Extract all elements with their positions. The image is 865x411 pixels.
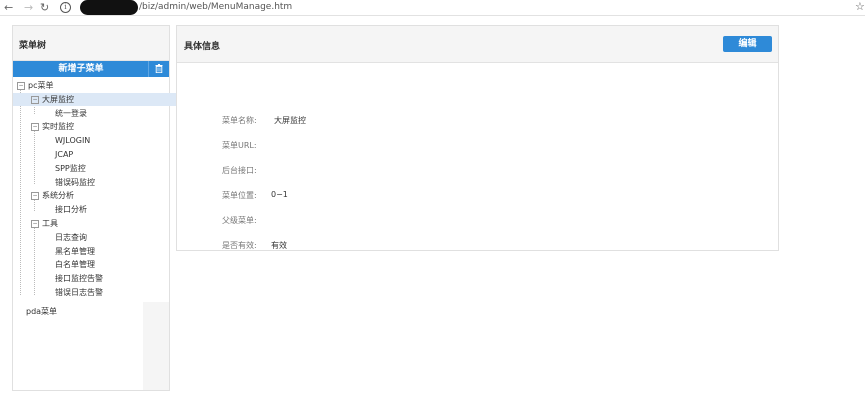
tree-node[interactable]: 日志查询 [55,231,87,244]
detail-title: 具体信息 [184,42,221,52]
collapse-toggle-icon[interactable]: − [31,219,39,228]
tree-node[interactable]: 错误码监控 [55,176,95,189]
menu-tree-header: 菜单树 [13,26,169,61]
collapse-toggle-icon[interactable]: − [31,191,39,200]
tree-connector [34,130,35,184]
back-arrow-icon[interactable]: ← [4,1,13,14]
tree-node[interactable]: 统一登录 [55,107,87,120]
detail-panel: 具体信息 编辑 菜单名称: 大屏监控菜单URL: 后台接口: 菜单位置: 0−1 父级菜单… [176,25,779,251]
tree-node-label: 统一登录 [55,109,87,118]
tree-node[interactable]: − 工具 [31,217,58,230]
field-label: 菜单URL: [222,141,257,150]
tree-node-label: 白名单管理 [55,260,95,269]
field-value: 大屏监控 [274,116,306,125]
tree-node-label: pda菜单 [26,307,58,316]
tree-node[interactable]: JCAP [55,148,73,161]
add-submenu-button[interactable]: 新增子菜单 [13,61,149,77]
menu-tree-panel: 菜单树 新增子菜单 − pc菜单 − 大屏监控 统一登录 − 实时监控 WJLOGIN JCAP… [12,25,188,391]
tree-node[interactable]: 接口分析 [55,203,87,216]
tree-node-label: 工具 [42,219,58,228]
browser-toolbar: ← → ↻ i /biz/admin/web/MenuManage.htm ☆ [0,0,865,16]
trash-icon[interactable] [148,61,169,77]
field-label: 菜单位置: [222,191,257,200]
forward-arrow-icon[interactable]: → [24,1,33,14]
menu-tree-title: 菜单树 [19,41,47,51]
tree-connector [34,227,35,295]
field-value: 有效 [271,241,287,250]
tree-node-label: WJLOGIN [55,136,91,145]
tree-node[interactable]: 接口监控告警 [55,272,103,285]
field-label: 菜单名称: [222,116,257,125]
reload-icon[interactable]: ↻ [40,1,49,14]
tree-node-label: 接口监控告警 [55,274,103,283]
tree-node-label: 错误码监控 [55,178,95,187]
tree-node[interactable]: 白名单管理 [55,258,95,271]
tree-node-label: 接口分析 [55,205,87,214]
tree-node[interactable]: 错误日志告警 [55,286,103,299]
tree-node[interactable]: 黑名单管理 [55,245,95,258]
tree-node[interactable]: − pc菜单 [17,79,53,92]
address-bar-url[interactable]: /biz/admin/web/MenuManage.htm [139,2,292,13]
scroll-strip[interactable] [143,302,169,390]
collapse-toggle-icon[interactable]: − [17,81,25,90]
tree-node-label: 错误日志告警 [55,288,103,297]
tree-node-label: 黑名单管理 [55,247,95,256]
field-label: 父级菜单: [222,216,257,225]
tree-node-label: JCAP [55,150,74,159]
field-label: 是否有效: [222,241,257,250]
info-icon[interactable]: i [60,2,71,13]
collapse-toggle-icon[interactable]: − [31,122,39,131]
detail-header: 具体信息 编辑 [177,26,778,63]
add-bar: 新增子菜单 [13,61,169,77]
tree-node[interactable]: − 大屏监控 [13,93,188,106]
edit-button[interactable]: 编辑 [723,36,772,52]
tree-node-label: 系统分析 [42,191,74,200]
tree-node-label: 实时监控 [42,122,74,131]
tree-node[interactable]: − 实时监控 [31,120,74,133]
collapse-toggle-icon[interactable]: − [31,95,39,104]
tree-node[interactable]: SPP监控 [55,162,86,175]
field-label: 后台接口: [222,166,257,175]
field-value: 0−1 [271,190,288,199]
tree-node-label: 日志查询 [55,233,87,242]
redacted-host [80,0,138,15]
tree-node-label: 大屏监控 [42,95,74,104]
tree-node-label: SPP监控 [55,164,86,173]
bookmark-star-icon[interactable]: ☆ [855,0,865,13]
tree-node-label: pc菜单 [28,81,54,90]
tree-node[interactable]: − 系统分析 [31,189,74,202]
tree-node[interactable]: WJLOGIN [55,134,90,147]
tree-connector [20,89,21,295]
tree-node-pda[interactable]: pda菜单 [26,305,57,318]
